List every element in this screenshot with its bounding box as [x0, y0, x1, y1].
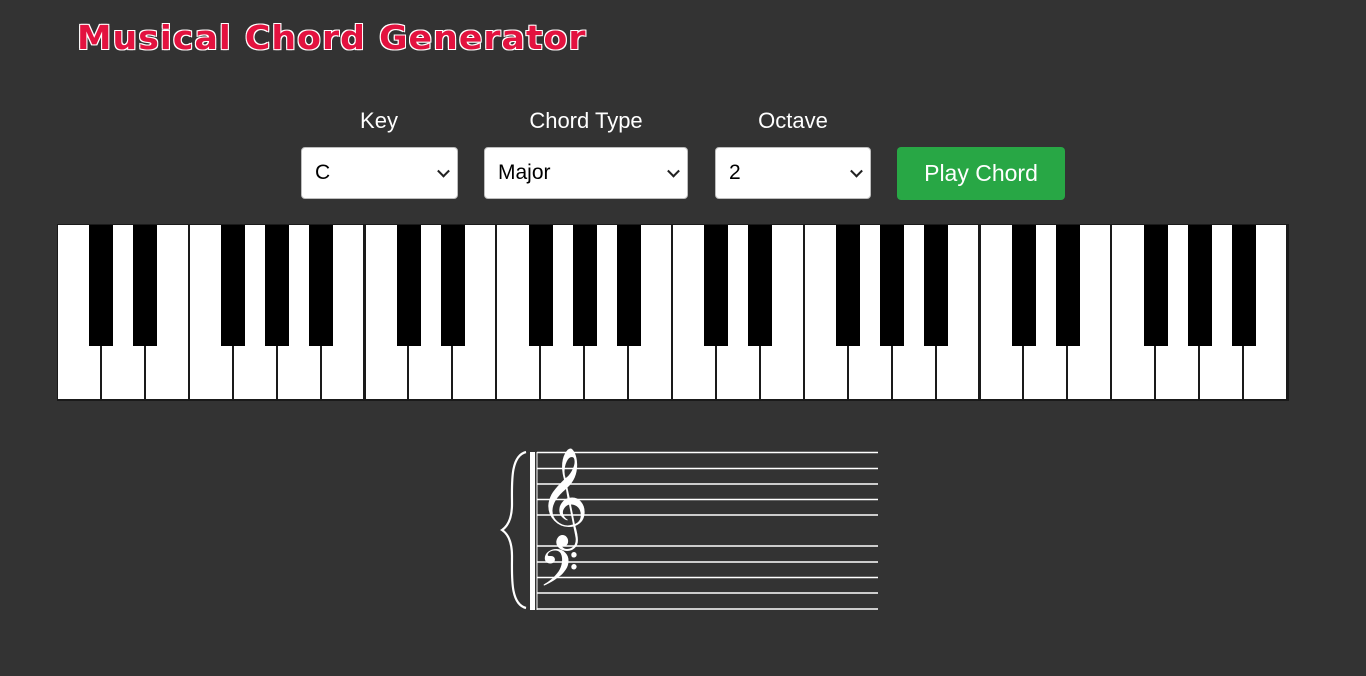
key-select-value: C: [315, 161, 331, 184]
key-label: Key: [360, 108, 398, 133]
black-key-c-sharp4[interactable]: [1011, 225, 1036, 346]
chevron-down-icon: [667, 164, 680, 178]
black-key-c-sharp1[interactable]: [89, 225, 114, 346]
black-key-a-sharp3[interactable]: [924, 225, 949, 346]
chord-type-label: Chord Type: [529, 108, 643, 133]
octave-select[interactable]: 2: [715, 147, 871, 199]
bass-staff: [537, 545, 878, 610]
chord-type-select-value: Major: [498, 161, 551, 184]
black-key-g-sharp2[interactable]: [572, 225, 597, 346]
black-key-f-sharp3[interactable]: [836, 225, 861, 346]
black-key-a-sharp4[interactable]: [1231, 225, 1256, 346]
chord-type-select[interactable]: Major: [484, 147, 688, 199]
page-title: Musical Chord Generator: [76, 17, 587, 58]
black-key-a-sharp1[interactable]: [309, 225, 334, 346]
black-key-g-sharp3[interactable]: [880, 225, 905, 346]
grand-staff: 𝄞 𝄢: [500, 447, 878, 611]
black-key-d-sharp1[interactable]: [133, 225, 158, 346]
black-key-g-sharp1[interactable]: [265, 225, 290, 346]
system-barline: [530, 452, 535, 610]
black-key-d-sharp4[interactable]: [1055, 225, 1080, 346]
black-key-f-sharp1[interactable]: [221, 225, 246, 346]
piano-keyboard: [57, 224, 1289, 401]
treble-clef-icon: 𝄞: [538, 447, 589, 551]
octave-select-value: 2: [729, 161, 741, 184]
brace-icon: [500, 450, 527, 610]
octave-label: Octave: [758, 108, 828, 133]
chevron-down-icon: [850, 164, 863, 178]
black-key-d-sharp2[interactable]: [440, 225, 465, 346]
bass-clef-icon: 𝄢: [539, 538, 579, 611]
black-key-c-sharp3[interactable]: [704, 225, 729, 346]
key-select[interactable]: C: [301, 147, 458, 199]
black-key-a-sharp2[interactable]: [616, 225, 641, 346]
chevron-down-icon: [437, 164, 450, 178]
black-key-f-sharp4[interactable]: [1143, 225, 1168, 346]
black-key-c-sharp2[interactable]: [396, 225, 421, 346]
play-chord-button[interactable]: Play Chord: [897, 147, 1065, 200]
black-key-d-sharp3[interactable]: [748, 225, 773, 346]
black-key-g-sharp4[interactable]: [1187, 225, 1212, 346]
black-key-f-sharp2[interactable]: [528, 225, 553, 346]
